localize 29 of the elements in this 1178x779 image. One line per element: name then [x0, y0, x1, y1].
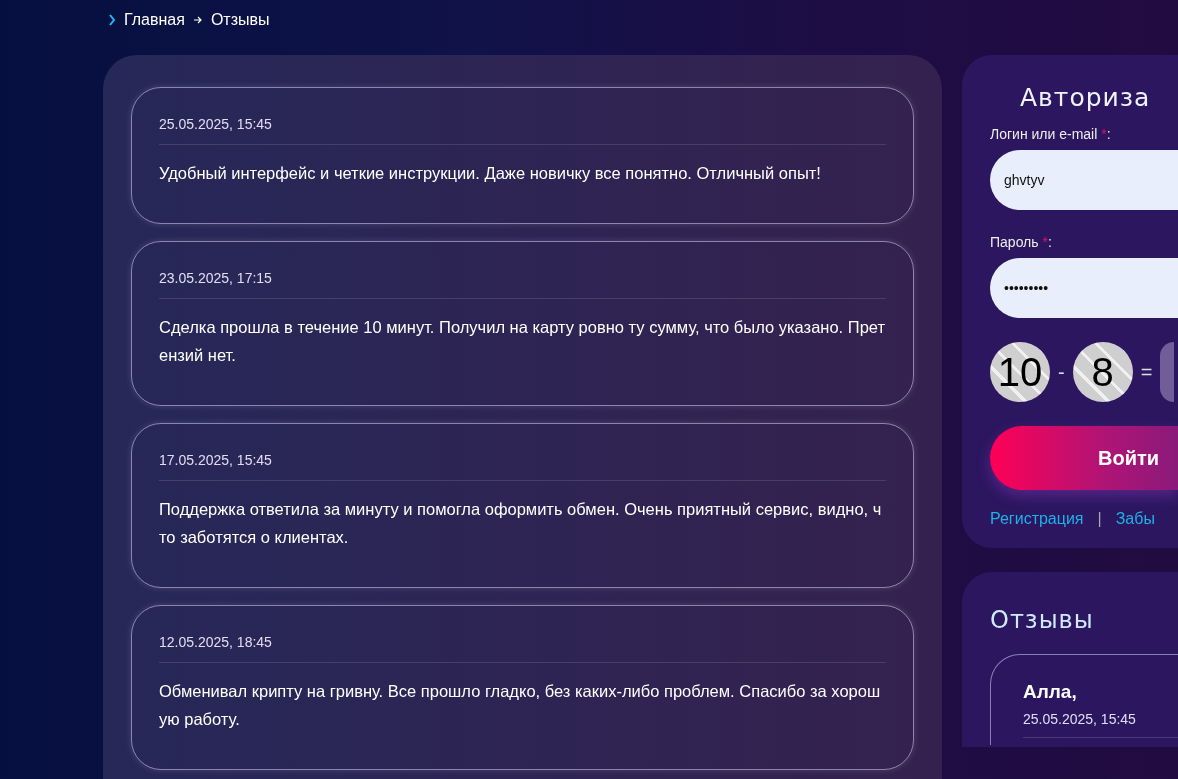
- review-author: Алла,: [1023, 681, 1078, 703]
- breadcrumb-link[interactable]: Главная: [124, 11, 185, 29]
- review-date: 17.05.2025, 15:45: [159, 450, 886, 481]
- chevron-icon: [108, 14, 116, 26]
- captcha-number: 8: [1072, 342, 1133, 402]
- review-date: 25.05.2025, 15:45: [1023, 711, 1178, 738]
- review-date: 25.05.2025, 15:45: [159, 114, 886, 145]
- captcha-equals: =: [1140, 360, 1153, 384]
- breadcrumb-link[interactable]: Отзывы: [210, 11, 270, 29]
- field-label: Пароль *:: [990, 234, 1053, 250]
- arrow-icon: [192, 16, 203, 24]
- panel-title: Авториза: [1020, 83, 1152, 112]
- review-date: 23.05.2025, 17:15: [159, 268, 886, 299]
- review-text: Сделка прошла в течение 10 минут. Получил на карту ровно ту сумму, что было указано. Претензий нет.: [159, 317, 886, 366]
- review-text: Обменивал крипту на гривну. Все прошло гладко, без каких-либо проблем. Спасибо за хорошую работу.: [159, 681, 882, 730]
- captcha-answer-field[interactable]: [1160, 342, 1175, 402]
- input-field[interactable]: •••••••••: [990, 258, 1178, 318]
- link-separator: |: [1097, 510, 1102, 528]
- panel-title: Отзывы: [990, 606, 1095, 634]
- review-text: Удобный интерфейс и четкие инструкции. Даже новичку все понятно. Отличный опыт!: [159, 163, 822, 184]
- captcha-operator: -: [1058, 360, 1065, 384]
- login-button[interactable]: Войти: [990, 426, 1178, 490]
- review-text: Поддержка ответила за минуту и помогла оформить обмен. Очень приятный сервис, видно, что заботятся о клиентах.: [159, 499, 883, 548]
- auth-link[interactable]: Забы: [1115, 510, 1155, 528]
- review-date: 12.05.2025, 18:45: [159, 632, 886, 663]
- captcha-number: 10: [990, 342, 1050, 402]
- field-label: Логин или e-mail *:: [990, 126, 1112, 142]
- auth-link[interactable]: Регистрация: [990, 510, 1084, 528]
- input-field[interactable]: ghvtyv: [990, 150, 1178, 210]
